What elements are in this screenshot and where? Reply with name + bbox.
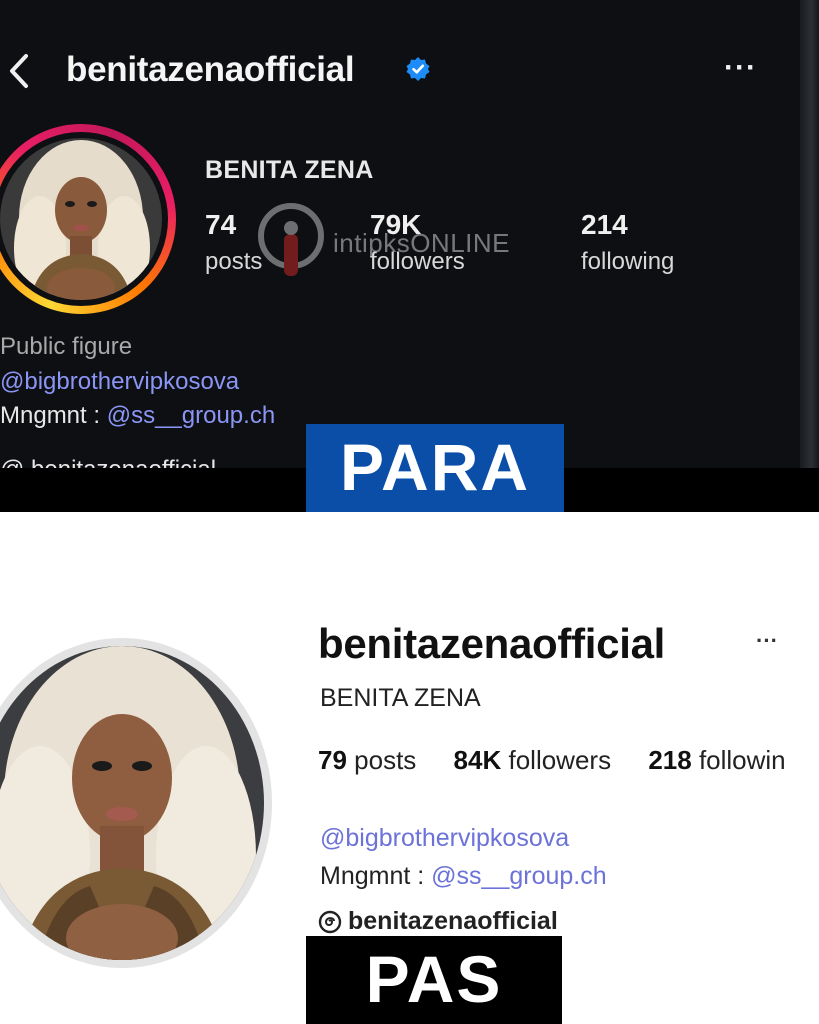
management-prefix: Mngmnt : (320, 862, 432, 890)
before-label: PARA (306, 424, 564, 512)
followers-stat[interactable]: 84K followers (454, 745, 612, 775)
bio-link[interactable]: @bigbrothervipkosova (320, 824, 569, 853)
more-options-icon[interactable]: ··· (724, 53, 757, 83)
verified-badge-icon (406, 57, 430, 81)
posts-count[interactable]: 74 (205, 209, 236, 241)
following-stat[interactable]: 218 followin (648, 745, 785, 775)
pas-label-text: PAS (365, 942, 503, 1016)
management-line: Mngmnt : @ss__group.ch (0, 402, 275, 430)
followers-count[interactable]: 79K (370, 209, 421, 241)
after-screenshot: benitazenaofficial ··· BENITA ZENA 79 po… (0, 512, 819, 1024)
para-label-text: PARA (339, 430, 531, 504)
back-chevron-icon[interactable] (4, 50, 34, 92)
profile-stats: 79 posts 84K followers 218 followin (318, 745, 816, 776)
dark-profile-screen: benitazenaofficial ··· BENITA ZENA 74 po… (0, 0, 800, 468)
bio-link[interactable]: @bigbrothervipkosova (0, 368, 239, 396)
management-link[interactable]: @ss__group.ch (107, 402, 275, 429)
following-label: following (581, 248, 675, 275)
profile-username: benitazenaofficial (66, 50, 355, 89)
more-options-icon[interactable]: ··· (756, 628, 778, 654)
truncated-threads-line: @ benitazenaofficial (0, 452, 300, 468)
profile-username: benitazenaofficial (318, 620, 666, 667)
management-link[interactable]: @ss__group.ch (431, 862, 606, 890)
management-prefix: Mngmnt : (0, 402, 107, 429)
avatar-portrait-image (0, 138, 162, 300)
threads-handle: benitazenaofficial (348, 907, 558, 935)
threads-link[interactable]: benitazenaofficial (318, 907, 558, 936)
management-line: Mngmnt : @ss__group.ch (320, 862, 607, 891)
after-label: PAS (306, 936, 562, 1024)
before-screenshot: benitazenaofficial ··· BENITA ZENA 74 po… (0, 0, 819, 512)
category-label: Public figure (0, 333, 133, 360)
threads-icon (318, 910, 342, 933)
posts-label: posts (205, 248, 263, 275)
watermark-logo-icon (258, 203, 324, 276)
followers-label: followers (370, 248, 465, 275)
posts-stat[interactable]: 79 posts (318, 745, 416, 775)
display-name: BENITA ZENA (205, 156, 374, 184)
following-count[interactable]: 214 (581, 209, 628, 241)
device-edge (800, 0, 819, 468)
profile-avatar[interactable] (0, 138, 162, 300)
display-name: BENITA ZENA (320, 684, 481, 712)
